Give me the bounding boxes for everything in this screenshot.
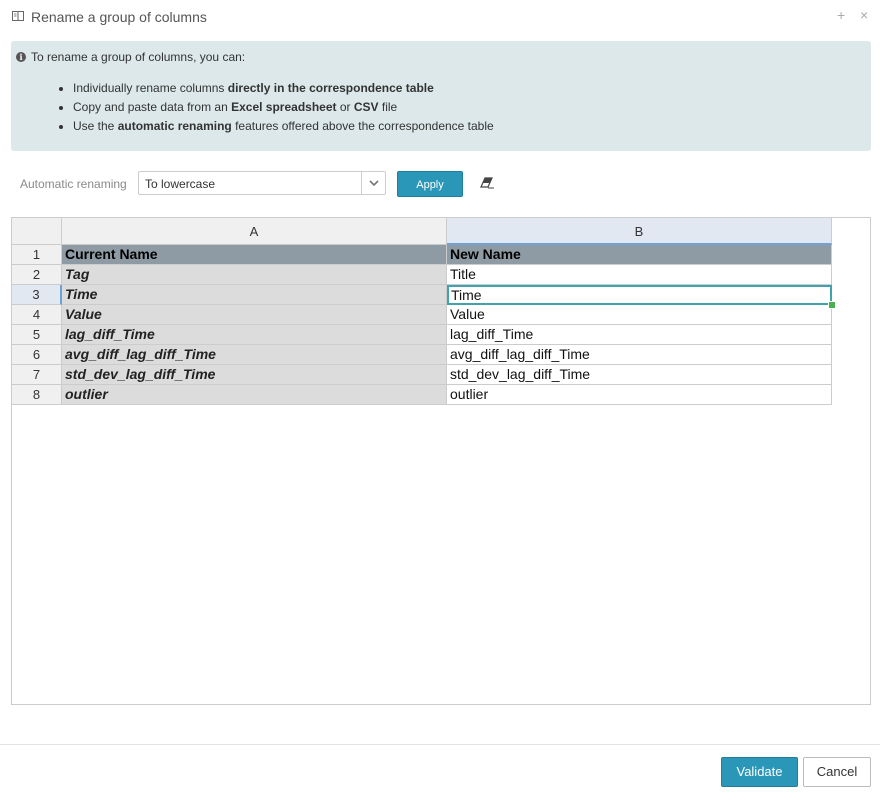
row-header[interactable]: 1 <box>12 245 62 265</box>
info-intro: To rename a group of columns, you can: <box>31 50 246 64</box>
current-name-cell[interactable]: Time <box>62 285 447 305</box>
fill-handle[interactable] <box>828 301 836 309</box>
validate-button[interactable]: Validate <box>721 757 798 787</box>
dialog-title: Rename a group of columns <box>31 9 207 25</box>
row-header[interactable]: 3 <box>12 285 62 305</box>
columns-icon <box>12 11 24 21</box>
header-cell-current-name[interactable]: Current Name <box>62 245 447 265</box>
apply-button[interactable]: Apply <box>397 171 463 197</box>
dialog-titlebar: Rename a group of columns + × <box>0 0 880 34</box>
renaming-mode-select[interactable]: To lowercase <box>138 171 386 195</box>
new-name-cell[interactable]: Time <box>447 285 832 305</box>
new-name-cell[interactable]: outlier <box>447 385 832 405</box>
renaming-mode-value: To lowercase <box>145 177 216 191</box>
automatic-renaming-label: Automatic renaming <box>20 177 127 191</box>
current-name-cell[interactable]: Tag <box>62 265 447 285</box>
eraser-icon[interactable] <box>480 177 495 189</box>
info-icon: i <box>16 52 26 62</box>
row-header[interactable]: 4 <box>12 305 62 325</box>
current-name-cell[interactable]: std_dev_lag_diff_Time <box>62 365 447 385</box>
column-header-b[interactable]: B <box>447 218 832 245</box>
row-header[interactable]: 7 <box>12 365 62 385</box>
new-name-cell[interactable]: Title <box>447 265 832 285</box>
new-name-cell[interactable]: Value <box>447 305 832 325</box>
cancel-button[interactable]: Cancel <box>803 757 871 787</box>
new-name-cell[interactable]: lag_diff_Time <box>447 325 832 345</box>
info-box: i To rename a group of columns, you can:… <box>11 41 871 151</box>
row-header[interactable]: 6 <box>12 345 62 365</box>
row-header[interactable]: 2 <box>12 265 62 285</box>
column-header-a[interactable]: A <box>62 218 447 245</box>
info-item: Copy and paste data from an Excel spread… <box>73 98 494 117</box>
current-name-cell[interactable]: avg_diff_lag_diff_Time <box>62 345 447 365</box>
new-name-cell[interactable]: std_dev_lag_diff_Time <box>447 365 832 385</box>
info-item: Use the automatic renaming features offe… <box>73 117 494 136</box>
info-list: Individually rename columns directly in … <box>61 79 494 136</box>
new-name-cell[interactable]: avg_diff_lag_diff_Time <box>447 345 832 365</box>
add-icon[interactable]: + <box>837 7 845 23</box>
row-header[interactable]: 5 <box>12 325 62 345</box>
current-name-cell[interactable]: lag_diff_Time <box>62 325 447 345</box>
chevron-down-icon <box>369 180 379 187</box>
correspondence-table[interactable]: A B 1 Current Name New Name 2 Tag Title 3 Time T… <box>11 217 871 705</box>
header-cell-new-name[interactable]: New Name <box>447 245 832 265</box>
row-header[interactable]: 8 <box>12 385 62 405</box>
rename-columns-dialog: Rename a group of columns + × i To renam… <box>0 0 880 800</box>
current-name-cell[interactable]: outlier <box>62 385 447 405</box>
close-icon[interactable]: × <box>860 7 868 23</box>
footer-divider <box>0 744 880 745</box>
info-item: Individually rename columns directly in … <box>73 79 494 98</box>
current-name-cell[interactable]: Value <box>62 305 447 325</box>
select-divider <box>361 172 362 194</box>
grid-corner[interactable] <box>12 218 62 245</box>
